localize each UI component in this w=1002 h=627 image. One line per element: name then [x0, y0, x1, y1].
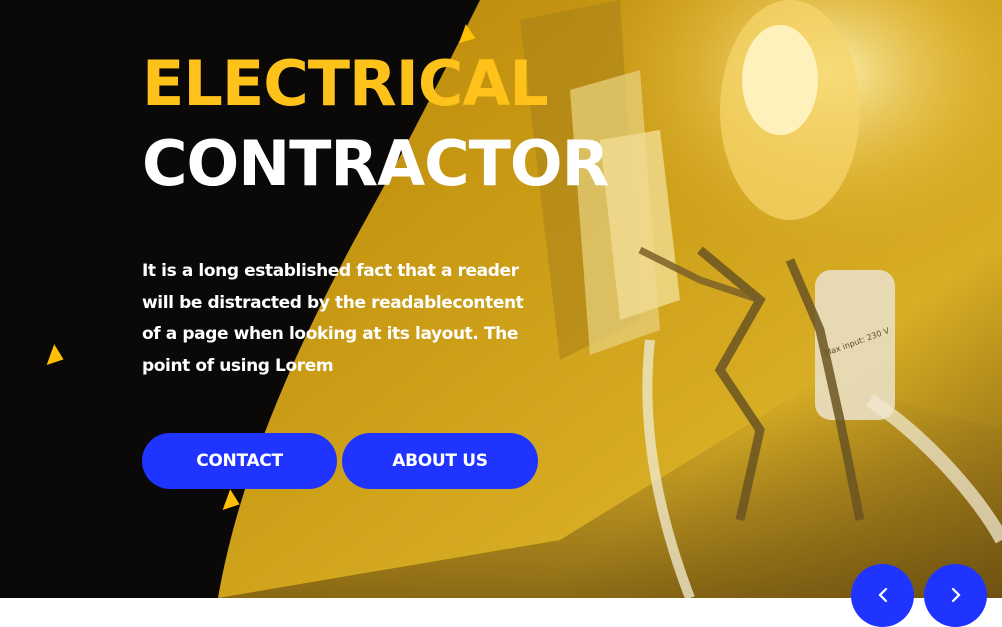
contact-button[interactable]: CONTACT: [142, 433, 337, 489]
hero-description: It is a long established fact that a rea…: [142, 261, 524, 376]
hero-title-line2: CONTRACTOR: [142, 127, 609, 200]
hero-banner: Max input: 230 V ELECTRICAL CONTRACTOR I…: [0, 0, 1002, 598]
slider-prev-button[interactable]: [851, 564, 914, 627]
hero-title-line1: ELECTRICAL: [142, 47, 549, 120]
chevron-right-icon: [951, 587, 961, 603]
slider-next-button[interactable]: [924, 564, 987, 627]
about-us-button[interactable]: ABOUT US: [342, 433, 538, 489]
chevron-left-icon: [877, 587, 887, 603]
